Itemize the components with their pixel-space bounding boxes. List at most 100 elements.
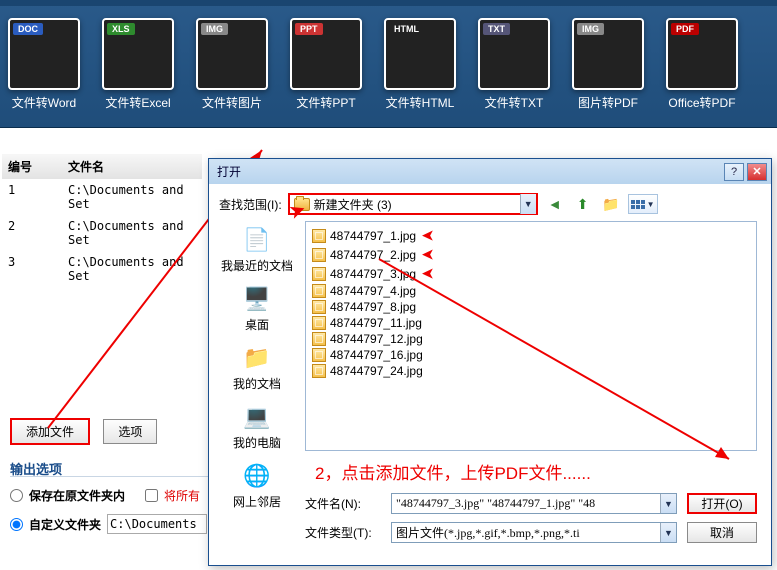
tool-label: 文件转Word: [12, 94, 76, 111]
tool-xls[interactable]: XLS文件转Excel: [102, 18, 174, 111]
image-file-icon: [312, 348, 326, 362]
place-icon: 🖥️: [240, 284, 274, 314]
lookin-label: 查找范围(I):: [219, 196, 282, 213]
open-file-dialog: 打开 ? ✕ 查找范围(I): 新建文件夹 (3) ▼ ◄ ⬆ 📁 ▼ ➤ 📄我…: [208, 158, 772, 566]
tool-txt[interactable]: TXT文件转TXT: [478, 18, 550, 111]
list-item[interactable]: 48744797_2.jpg ➤: [310, 245, 752, 264]
custom-folder-label: 自定义文件夹: [29, 516, 101, 533]
list-item[interactable]: 48744797_16.jpg: [310, 347, 752, 363]
tool-ppt[interactable]: PPT文件转PPT: [290, 18, 362, 111]
add-file-button[interactable]: 添加文件: [10, 418, 90, 445]
tool-label: 图片转PDF: [578, 94, 638, 111]
cancel-button[interactable]: 取消: [687, 522, 757, 543]
list-item[interactable]: 48744797_4.jpg: [310, 283, 752, 299]
table-row[interactable]: 1C:\Documents and Set: [2, 179, 202, 215]
place-icon: 📁: [240, 343, 274, 373]
image-file-icon: [312, 316, 326, 330]
tool-label: 文件转图片: [202, 94, 262, 111]
lookin-value: 新建文件夹 (3): [314, 196, 392, 213]
dialog-titlebar[interactable]: 打开 ? ✕: [209, 159, 771, 184]
format-badge: IMG: [577, 23, 604, 35]
image-file-icon: [312, 364, 326, 378]
help-button[interactable]: ?: [724, 163, 744, 181]
filetype-dropdown-icon[interactable]: ▼: [660, 523, 676, 542]
annotation-arrow-icon: ➤: [422, 227, 434, 244]
image-file-icon: [312, 267, 326, 281]
filetype-label: 文件类型(T):: [305, 524, 381, 541]
filetype-value: 图片文件(*.jpg,*.gif,*.bmp,*.png,*.ti: [392, 524, 660, 541]
filename-combobox[interactable]: "48744797_3.jpg" "48744797_1.jpg" "48 ▼: [391, 493, 677, 514]
file-name: 48744797_12.jpg: [330, 332, 423, 346]
place-label: 我的文档: [233, 375, 281, 392]
image-file-icon: [312, 300, 326, 314]
place-label: 我最近的文档: [221, 257, 293, 274]
tool-imgp[interactable]: IMG 图片转PDF: [572, 18, 644, 111]
annotation-text: 2，点击添加文件，上传PDF文件......: [315, 459, 741, 484]
format-badge: DOC: [13, 23, 43, 35]
list-item[interactable]: 48744797_11.jpg: [310, 315, 752, 331]
list-item[interactable]: 48744797_3.jpg ➤: [310, 264, 752, 283]
tool-html[interactable]: HTML 文件转HTML: [384, 18, 456, 111]
tool-label: Office转PDF: [668, 94, 735, 111]
col-header-id: 编号: [2, 154, 62, 179]
places-item[interactable]: 🌐 网上邻居: [217, 457, 297, 514]
filetype-combobox[interactable]: 图片文件(*.jpg,*.gif,*.bmp,*.png,*.ti ▼: [391, 522, 677, 543]
table-row[interactable]: 3C:\Documents and Set: [2, 251, 202, 287]
table-row[interactable]: 2C:\Documents and Set: [2, 215, 202, 251]
file-name: 48744797_4.jpg: [330, 284, 416, 298]
file-name: 48744797_3.jpg: [330, 267, 416, 281]
file-name: 48744797_2.jpg: [330, 248, 416, 262]
merge-all-checkbox[interactable]: [145, 489, 158, 502]
place-label: 桌面: [245, 316, 269, 333]
places-item[interactable]: 📄我最近的文档: [217, 221, 297, 278]
image-file-icon: [312, 248, 326, 262]
custom-folder-radio[interactable]: [10, 518, 23, 531]
options-button[interactable]: 选项: [103, 419, 157, 444]
places-item[interactable]: 🖥️ 桌面: [217, 280, 297, 337]
lookin-dropdown-icon[interactable]: ▼: [520, 194, 536, 214]
save-in-original-radio[interactable]: [10, 489, 23, 502]
lookin-combobox[interactable]: 新建文件夹 (3) ▼: [288, 193, 538, 215]
places-item[interactable]: 📁 我的文档: [217, 339, 297, 396]
list-item[interactable]: 48744797_12.jpg: [310, 331, 752, 347]
list-item[interactable]: 48744797_24.jpg: [310, 363, 752, 379]
views-menu[interactable]: ▼: [628, 194, 658, 214]
filename-value: "48744797_3.jpg" "48744797_1.jpg" "48: [392, 496, 660, 511]
open-button[interactable]: 打开(O): [687, 493, 757, 514]
save-in-original-label: 保存在原文件夹内: [29, 487, 125, 504]
col-header-name: 文件名: [62, 154, 202, 179]
top-toolbar: DOC文件转WordXLS文件转ExcelIMG文件转图片PPT文件转PPTHT…: [0, 0, 777, 128]
file-list-pane[interactable]: 48744797_1.jpg➤48744797_2.jpg➤48744797_3…: [305, 221, 757, 451]
image-file-icon: [312, 229, 326, 243]
annotation-arrow-icon: ➤: [422, 246, 434, 263]
up-one-level-icon[interactable]: ⬆: [572, 194, 594, 214]
tool-label: 文件转Excel: [105, 94, 170, 111]
image-file-icon: [312, 332, 326, 346]
filename-label: 文件名(N):: [305, 495, 381, 512]
list-item[interactable]: 48744797_8.jpg: [310, 299, 752, 315]
tool-pdf[interactable]: PDF Office转PDF: [666, 18, 738, 111]
list-item[interactable]: 48744797_1.jpg➤: [310, 226, 752, 245]
tool-doc[interactable]: DOC 文件转Word: [8, 18, 80, 111]
place-label: 我的电脑: [233, 434, 281, 451]
dialog-title: 打开: [217, 163, 241, 180]
format-badge: HTML: [389, 23, 424, 35]
image-file-icon: [312, 284, 326, 298]
tool-img[interactable]: IMG文件转图片: [196, 18, 268, 111]
tool-label: 文件转HTML: [386, 94, 455, 111]
format-badge: PDF: [671, 23, 699, 35]
tool-label: 文件转PPT: [296, 94, 355, 111]
new-folder-icon[interactable]: 📁: [600, 194, 622, 214]
file-name: 48744797_24.jpg: [330, 364, 423, 378]
back-icon[interactable]: ◄: [544, 194, 566, 214]
close-button[interactable]: ✕: [747, 163, 767, 181]
tool-label: 文件转TXT: [485, 94, 544, 111]
merge-all-label: 将所有: [164, 487, 200, 504]
file-name: 48744797_8.jpg: [330, 300, 416, 314]
place-label: 网上邻居: [233, 493, 281, 510]
custom-folder-path[interactable]: [107, 514, 207, 534]
place-icon: 🌐: [240, 461, 274, 491]
filename-dropdown-icon[interactable]: ▼: [660, 494, 676, 513]
annotation-arrow-icon: ➤: [422, 265, 434, 282]
places-item[interactable]: 💻我的电脑: [217, 398, 297, 455]
